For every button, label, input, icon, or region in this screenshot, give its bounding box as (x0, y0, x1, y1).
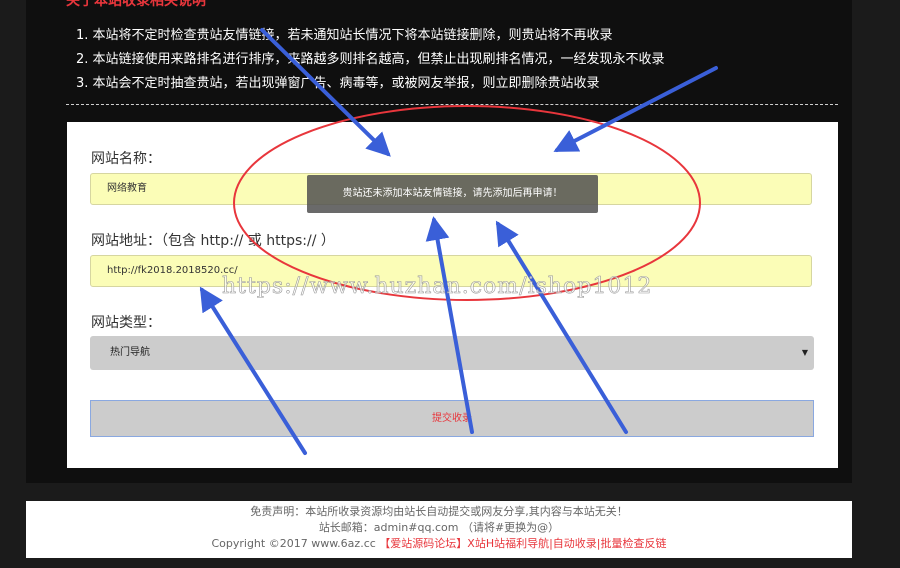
watermark-text: https://www.huzhan.com/ishop1012 (222, 274, 653, 300)
notice-heading: 关于本站收录相关说明 (66, 0, 206, 9)
footer-disclaimer: 免责声明：本站所收录资源均由站长自动提交或网友分享,其内容与本站无关！ (250, 505, 628, 518)
chevron-down-icon: ▼ (801, 348, 808, 357)
notice-item: 3. 本站会不定时抽查贵站，若出现弹窗广告、病毒等，或被网友举报，则立即删除贵站… (76, 76, 600, 91)
submit-button[interactable]: 提交收录 (90, 400, 814, 437)
notice-item: 1. 本站将不定时检查贵站友情链接，若未通知站长情况下将本站链接删除，则贵站将不… (76, 28, 613, 43)
site-url-label: 网站地址：（包含 http:// 或 https:// ） (91, 233, 335, 249)
footer-copyright: Copyright ©2017 www.6az.cc (211, 537, 376, 550)
notice-item: 2. 本站链接使用来路排名进行排序，来路越多则排名越高，但禁止出现刷排名情况，一… (76, 52, 665, 67)
error-toast: 贵站还未添加本站友情链接，请先添加后再申请！ (307, 175, 598, 213)
footer-links[interactable]: 【爱站源码论坛】X站H站福利导航|自动收录|批量检查反链 (379, 537, 666, 550)
site-type-select[interactable]: 热门导航 ▼ (90, 336, 814, 370)
site-footer: 免责声明：本站所收录资源均由站长自动提交或网友分享,其内容与本站无关！ 站长邮箱… (26, 501, 852, 558)
notice-list: 1. 本站将不定时检查贵站友情链接，若未通知站长情况下将本站链接删除，则贵站将不… (76, 24, 665, 96)
site-type-selected: 热门导航 (110, 347, 150, 358)
site-name-label: 网站名称： (91, 151, 161, 167)
dashed-divider (66, 104, 838, 105)
site-type-label: 网站类型： (91, 315, 161, 331)
footer-copyright-line: Copyright ©2017 www.6az.cc 【爱站源码论坛】X站H站福… (26, 536, 852, 552)
footer-email: 站长邮箱：admin#qq.com （请将#更换为@） (318, 521, 560, 534)
